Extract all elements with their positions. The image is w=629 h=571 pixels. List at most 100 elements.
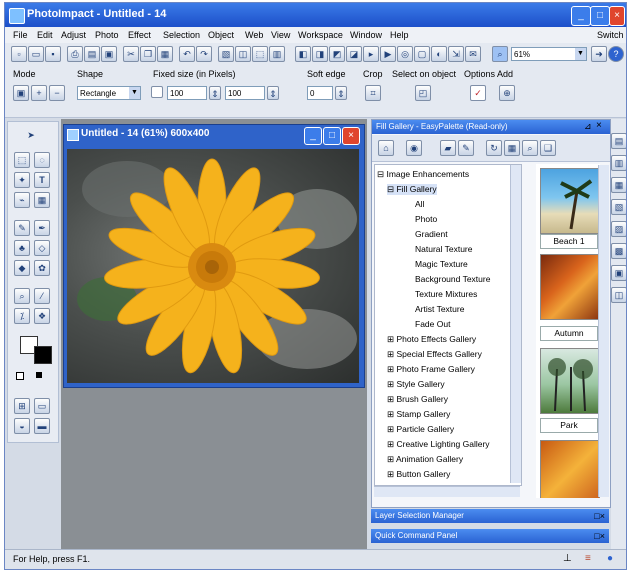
copy-icon[interactable]: ❐ [140,46,156,62]
panel-icon[interactable]: ▧ [611,199,626,215]
tree-gallery[interactable]: ⊞ Button Gallery [387,469,450,480]
thumbnail-autumn[interactable] [540,254,600,320]
thumbnail-flowers[interactable] [540,440,600,498]
tree-gallery[interactable]: ⊞ Stamp Gallery [387,409,450,420]
refresh-icon[interactable]: ↻ [486,140,502,156]
panel-icon[interactable]: ▤ [611,133,626,149]
undo-icon[interactable]: ↶ [179,46,195,62]
close-button[interactable]: × [609,6,625,26]
view-icon[interactable]: ◒ [14,418,30,434]
height-input[interactable]: 100 [225,86,265,100]
shape-icon[interactable]: ▦ [34,192,50,208]
paste-icon[interactable]: ▦ [157,46,173,62]
email-icon[interactable]: ✉ [465,46,481,62]
tree-gallery[interactable]: ⊞ Brush Gallery [387,394,448,405]
thumbnail-park[interactable] [540,348,600,414]
crop-icon[interactable]: ⌗ [365,85,381,101]
burn-icon[interactable]: ❖ [34,308,50,324]
tree-root[interactable]: ⊟ Image Enhancements [377,169,469,180]
tree-item[interactable]: Photo [415,214,437,224]
menu-help[interactable]: Help [390,30,409,40]
maximize-button[interactable]: □ [590,6,610,26]
home-icon[interactable]: ⌂ [378,140,394,156]
clone-icon[interactable]: ♣ [14,240,30,256]
flower-photo[interactable] [67,149,359,383]
panel-close-icon[interactable]: × [596,120,602,131]
slideshow-icon[interactable]: ▸ [363,46,379,62]
search-icon[interactable]: ⌕ [522,140,538,156]
web-icon[interactable]: ◩ [329,46,345,62]
foreground-color-swatch[interactable] [34,346,52,364]
tree-fill-gallery[interactable]: ⊟ Fill Gallery [387,184,437,195]
menu-photo[interactable]: Photo [95,30,119,40]
eraser-icon[interactable]: ◇ [34,240,50,256]
tree-gallery[interactable]: ⊞ Special Effects Gallery [387,349,482,360]
capture-icon[interactable]: ◎ [397,46,413,62]
shape-select[interactable]: Rectangle ▼ [77,86,141,100]
cut-icon[interactable]: ✂ [123,46,139,62]
retouch-icon[interactable]: ⁒ [14,308,30,324]
brush-icon[interactable]: ✎ [14,220,30,236]
mode-subtract-icon[interactable]: − [49,85,65,101]
ruler-icon[interactable]: ▭ [34,398,50,414]
pin-icon[interactable]: ⊿ [584,121,592,132]
menu-switch[interactable]: Switch [597,30,624,40]
tree-gallery[interactable]: ⊞ Photo Frame Gallery [387,364,475,375]
path-icon[interactable]: ⌁ [14,192,30,208]
tree-item[interactable]: All [415,199,424,209]
menu-web[interactable]: Web [245,30,263,40]
soft-edge-input[interactable]: 0 [307,86,333,100]
browse-icon[interactable]: ▧ [218,46,234,62]
close-icon[interactable]: □× [594,529,605,543]
stamp-icon[interactable]: ✿ [34,260,50,276]
frame-icon[interactable]: ▢ [414,46,430,62]
menu-view[interactable]: View [271,30,290,40]
eyedropper-icon[interactable]: ⁄ [34,288,50,304]
tree-hscrollbar[interactable] [374,486,520,497]
layer-manager-bar[interactable]: Layer Selection Manager □× [371,509,609,523]
add-icon[interactable]: ⊕ [499,85,515,101]
paint-icon[interactable]: ✎ [458,140,474,156]
zoom-select[interactable]: 61% ▼ [511,47,587,61]
selection-icon[interactable]: ⬚ [14,152,30,168]
document-window[interactable]: Untitled - 14 (61%) 600x400 _ □ × [63,124,365,388]
globe-icon[interactable]: ◉ [406,140,422,156]
tree-item[interactable]: Artist Texture [415,304,464,314]
screen-icon[interactable]: ▬ [34,418,50,434]
save-icon[interactable]: ▪ [45,46,61,62]
properties-icon[interactable]: ❑ [540,140,556,156]
fixed-size-checkbox[interactable] [151,86,163,98]
menu-file[interactable]: File [13,30,28,40]
grid-icon[interactable]: ⊞ [14,398,30,414]
new-icon[interactable]: ▫ [11,46,27,62]
tree-gallery[interactable]: ⊞ Animation Gallery [387,454,463,465]
width-input[interactable]: 100 [167,86,207,100]
gallery-icon[interactable]: ◨ [312,46,328,62]
image-icon[interactable]: ◧ [295,46,311,62]
tree-item[interactable]: Magic Texture [415,259,468,269]
tree-item[interactable]: Fade Out [415,319,450,329]
tree-gallery[interactable]: ⊞ Creative Lighting Gallery [387,439,490,450]
open-icon[interactable]: ▭ [28,46,44,62]
tree-item[interactable]: Texture Mixtures [415,289,477,299]
magnifier-icon[interactable]: ⌕ [14,288,30,304]
help-icon[interactable]: ? [608,46,624,62]
thumbnail-scrollbar[interactable] [598,165,609,497]
panel-icon[interactable]: ▥ [611,155,626,171]
height-spinner-icon[interactable]: ⇕ [267,86,279,100]
select-object-icon[interactable]: ◰ [415,85,431,101]
layers-icon[interactable]: ▥ [269,46,285,62]
default-colors-icon[interactable] [16,372,24,380]
swap-colors-icon[interactable] [36,372,42,378]
soft-edge-spinner-icon[interactable]: ⇕ [335,86,347,100]
tree-item[interactable]: Natural Texture [415,244,472,254]
transform-icon[interactable]: ⬚ [252,46,268,62]
mask-icon[interactable]: ◐ [431,46,447,62]
view-thumbnails-icon[interactable]: ▦ [504,140,520,156]
menu-window[interactable]: Window [350,30,382,40]
pointer-icon[interactable]: ➤ [24,128,38,142]
video-icon[interactable]: ▶ [380,46,396,62]
panel-icon[interactable]: ▣ [611,265,626,281]
panel-icon[interactable]: ▩ [611,243,626,259]
menu-object[interactable]: Object [208,30,234,40]
